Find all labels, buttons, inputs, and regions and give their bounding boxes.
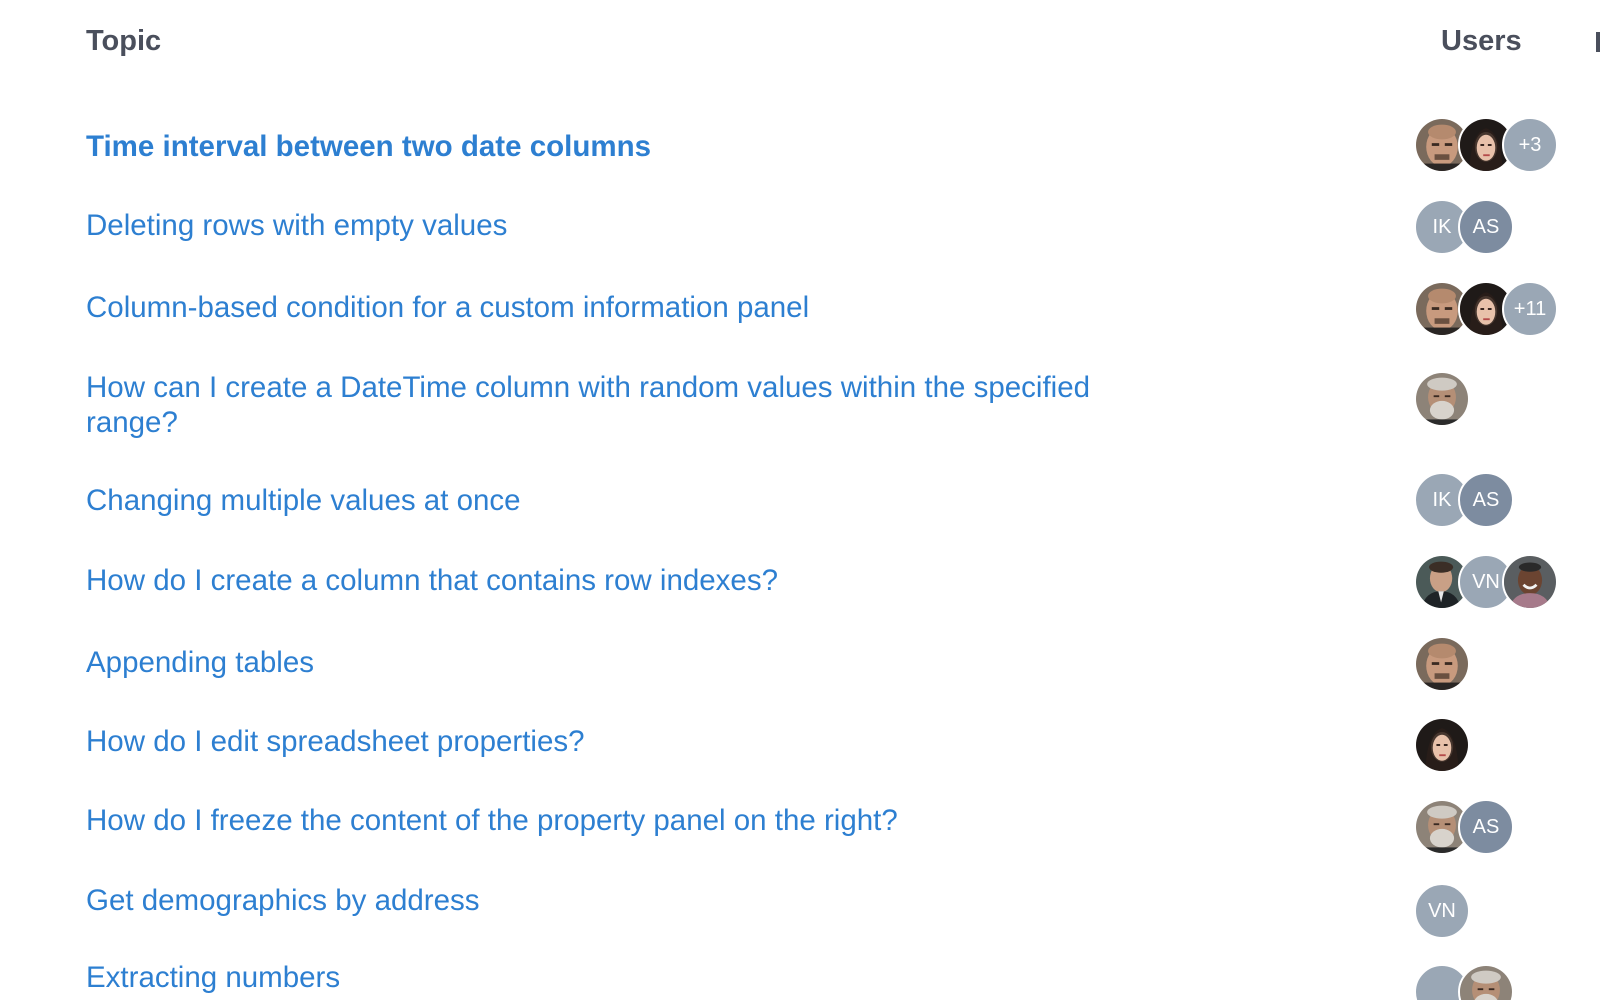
topics-list: Time interval between two date columns +3… [0, 0, 1600, 1000]
topic-link[interactable]: Deleting rows with empty values [86, 208, 1146, 243]
topic-link[interactable]: Changing multiple values at once [86, 483, 1146, 518]
topic-link[interactable]: Get demographics by address [86, 883, 1146, 918]
avatar-bald-man-photo[interactable] [1414, 636, 1470, 692]
topic-link[interactable]: How do I freeze the content of the prope… [86, 803, 1146, 838]
topic-link[interactable]: How can I create a DateTime column with … [86, 370, 1146, 440]
topic-users: +11 [1414, 281, 1558, 337]
topic-users [1414, 371, 1470, 427]
topic-link[interactable]: How do I create a column that contains r… [86, 563, 1146, 598]
topic-users: IK AS [1414, 472, 1514, 528]
avatar-initials[interactable]: AS [1458, 799, 1514, 855]
avatar-initials[interactable]: AS [1458, 199, 1514, 255]
topic-link[interactable]: How do I edit spreadsheet properties? [86, 724, 1146, 759]
topic-link[interactable]: Column-based condition for a custom info… [86, 290, 1146, 325]
topic-users: VN [1414, 554, 1558, 610]
topic-users: VN [1414, 883, 1470, 939]
topics-page: Topic Users Time interval between two da… [0, 0, 1600, 1000]
more-users-badge[interactable]: +3 [1502, 117, 1558, 173]
topic-users: AS [1414, 799, 1514, 855]
avatar-gray-beard-man-photo[interactable] [1414, 371, 1470, 427]
topic-users: +3 [1414, 117, 1558, 173]
topic-link[interactable]: Extracting numbers [86, 960, 1146, 995]
avatar-initials[interactable]: VN [1414, 883, 1470, 939]
avatar-dark-hair-woman-photo[interactable] [1414, 717, 1470, 773]
topic-link[interactable]: Appending tables [86, 645, 1146, 680]
avatar-initials[interactable]: AS [1458, 472, 1514, 528]
topic-users: IK AS [1414, 199, 1514, 255]
topic-users [1414, 717, 1470, 773]
avatar-gray-beard-man-photo[interactable] [1458, 964, 1514, 1000]
topic-users [1414, 964, 1514, 1000]
avatar-smiling-man-photo[interactable] [1502, 554, 1558, 610]
more-users-badge[interactable]: +11 [1502, 281, 1558, 337]
topic-users [1414, 636, 1470, 692]
topic-link[interactable]: Time interval between two date columns [86, 129, 1146, 164]
